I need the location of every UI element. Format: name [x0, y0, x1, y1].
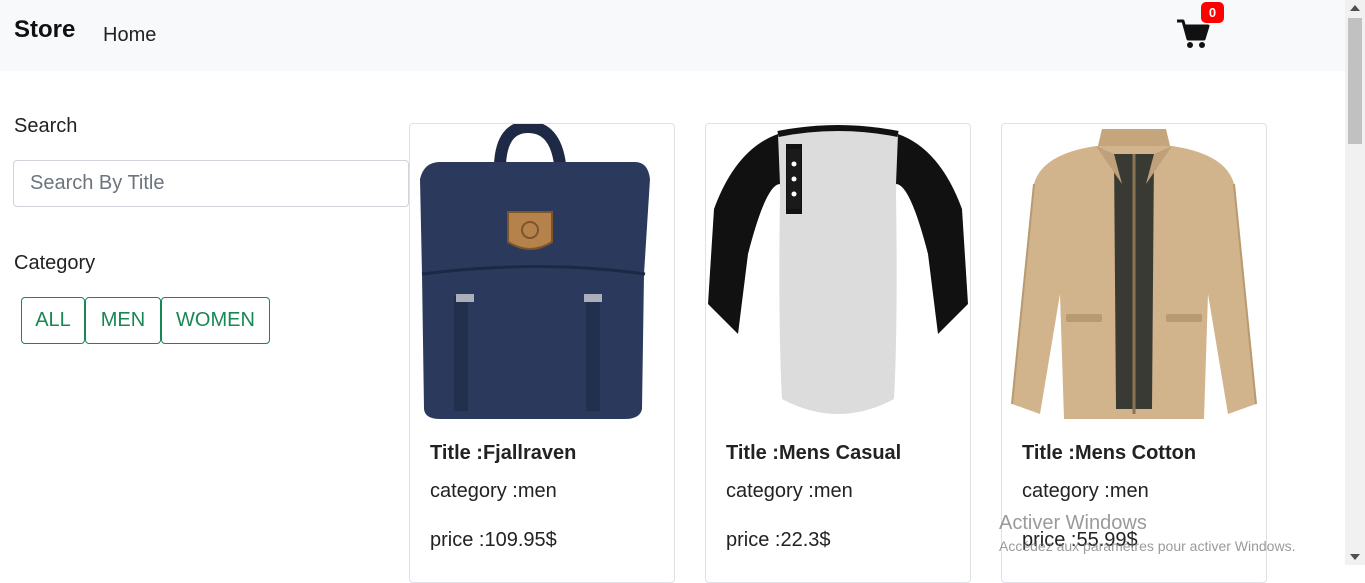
- product-price: price :55.99$: [1022, 529, 1138, 551]
- scroll-down-icon[interactable]: [1350, 554, 1360, 560]
- product-price: price :22.3$: [726, 529, 831, 551]
- product-title: Title :Fjallraven: [430, 442, 577, 464]
- product-image-jacket: [1002, 124, 1266, 424]
- product-price: price :109.95$: [430, 529, 557, 551]
- product-category: category :men: [1022, 480, 1149, 502]
- product-title: Title :Mens Cotton: [1022, 442, 1197, 464]
- category-all-button[interactable]: ALL: [21, 297, 85, 344]
- product-category: category :men: [430, 480, 557, 502]
- category-label: Category: [14, 252, 96, 274]
- product-category: category :men: [726, 480, 853, 502]
- scroll-up-icon[interactable]: [1350, 5, 1360, 11]
- search-input[interactable]: [13, 160, 409, 207]
- category-men-button[interactable]: MEN: [85, 297, 161, 344]
- product-image-backpack: [410, 124, 674, 424]
- vertical-scrollbar[interactable]: [1345, 0, 1365, 565]
- nav-link-home[interactable]: Home: [103, 24, 156, 47]
- category-women-button[interactable]: WOMEN: [161, 297, 270, 344]
- product-card[interactable]: Title :Mens Casual category :men price :…: [705, 123, 971, 583]
- search-label: Search: [14, 115, 78, 137]
- scrollbar-thumb[interactable]: [1348, 18, 1362, 144]
- product-image-shirt: [706, 124, 970, 424]
- brand-logo[interactable]: Store: [14, 16, 75, 44]
- product-card[interactable]: Title :Fjallraven category :men price :1…: [409, 123, 675, 583]
- product-card[interactable]: Title :Mens Cotton category :men price :…: [1001, 123, 1267, 583]
- cart-count-badge: 0: [1201, 2, 1224, 23]
- product-title: Title :Mens Casual: [726, 442, 902, 464]
- navbar: Store Home 0: [0, 0, 1345, 71]
